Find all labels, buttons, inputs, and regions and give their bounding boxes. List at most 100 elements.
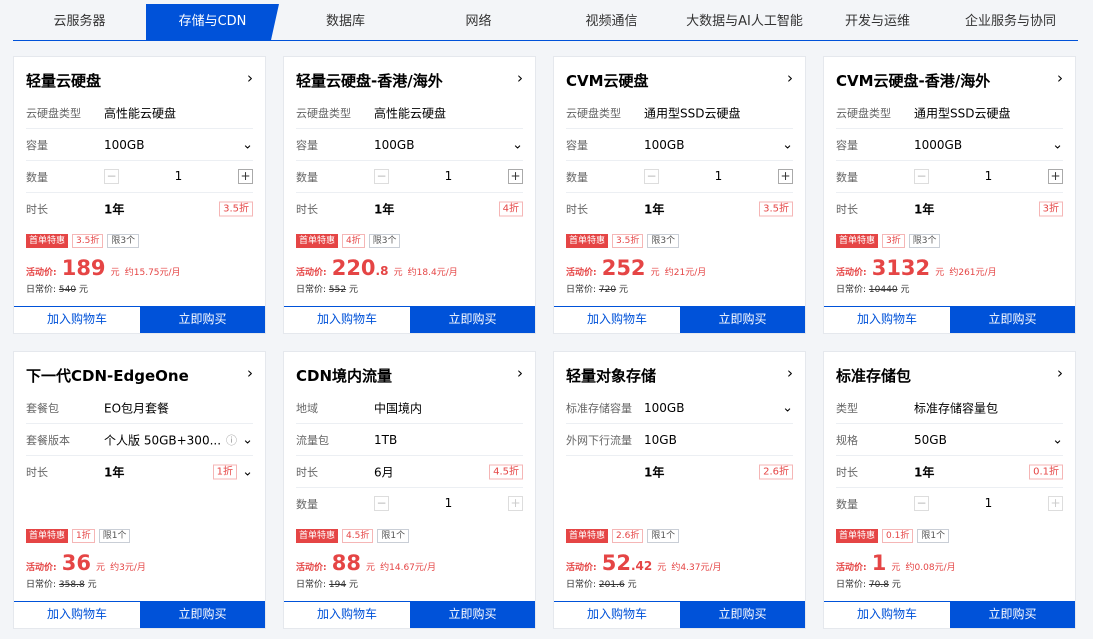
add-to-cart-button[interactable]: 加入购物车 bbox=[554, 306, 680, 333]
plus-button[interactable]: + bbox=[1048, 168, 1063, 184]
buy-now-button[interactable]: 立即购买 bbox=[140, 306, 265, 333]
duration-row[interactable]: 时长 1年 4折 bbox=[296, 193, 523, 225]
add-to-cart-button[interactable]: 加入购物车 bbox=[824, 601, 950, 628]
spec-label: 数量 bbox=[26, 170, 48, 184]
tab-video[interactable]: 视频通信 bbox=[545, 4, 678, 40]
tab-storage-cdn[interactable]: 存储与CDN bbox=[146, 4, 279, 40]
card-title: CVM云硬盘 bbox=[566, 72, 649, 90]
add-to-cart-button[interactable]: 加入购物车 bbox=[14, 306, 140, 333]
spec-row[interactable]: 标准存储容量 100GB ⌄ bbox=[566, 392, 793, 424]
price-label: 活动价: bbox=[296, 268, 327, 278]
card-arrow-icon[interactable]: › bbox=[1057, 69, 1063, 87]
quantity-stepper[interactable]: −1 + bbox=[914, 496, 1063, 512]
quantity-value[interactable]: 1 bbox=[914, 496, 1063, 511]
tab-network[interactable]: 网络 bbox=[412, 4, 545, 40]
card-arrow-icon[interactable]: › bbox=[1057, 364, 1063, 382]
discount-badge: 3折 bbox=[882, 234, 905, 248]
duration-row[interactable]: 时长 1年 1折 ⌄ bbox=[26, 456, 253, 488]
plus-button[interactable]: + bbox=[778, 168, 793, 184]
limit-badge: 限1个 bbox=[377, 529, 410, 543]
duration-row[interactable]: 时长 6月 4.5折 bbox=[296, 456, 523, 488]
duration-row[interactable]: 时长 1年 0.1折 bbox=[836, 456, 1063, 488]
plus-button[interactable]: + bbox=[508, 168, 523, 184]
discount-badge: 4折 bbox=[342, 234, 365, 248]
tab-enterprise[interactable]: 企业服务与协同 bbox=[944, 4, 1077, 40]
price-value: 1 bbox=[871, 551, 887, 575]
add-to-cart-button[interactable]: 加入购物车 bbox=[824, 306, 950, 333]
quantity-stepper[interactable]: −1 + bbox=[644, 168, 793, 185]
spec-label: 容量 bbox=[566, 138, 588, 152]
original-price: 日常价: 540 元 bbox=[26, 282, 88, 295]
spec-row[interactable]: 容量 100GB ⌄ bbox=[296, 129, 523, 161]
duration-row[interactable]: 时长 1年 3.5折 bbox=[566, 193, 793, 225]
spec-value: 10GB bbox=[644, 432, 677, 447]
quantity-stepper[interactable]: −1 + bbox=[104, 168, 253, 185]
card-arrow-icon[interactable]: › bbox=[517, 364, 523, 382]
discount-badge: 3.5折 bbox=[72, 234, 104, 248]
duration-row[interactable]: 1年 2.6折 bbox=[566, 456, 793, 488]
add-to-cart-button[interactable]: 加入购物车 bbox=[554, 601, 680, 628]
spec-row[interactable]: 容量 100GB ⌄ bbox=[26, 129, 253, 161]
buy-now-button[interactable]: 立即购买 bbox=[950, 601, 1075, 628]
price-unit: 元 bbox=[366, 563, 376, 573]
duration-row[interactable]: 时长 1年 3.5折 bbox=[26, 193, 253, 225]
quantity-stepper[interactable]: −1 + bbox=[914, 168, 1063, 185]
add-to-cart-button[interactable]: 加入购物车 bbox=[284, 601, 410, 628]
spec-row[interactable]: 套餐版本 个人版 50GB+300... ⓘ ⌄ bbox=[26, 424, 253, 456]
quantity-stepper[interactable]: −1 + bbox=[374, 168, 523, 185]
plus-button[interactable]: + bbox=[238, 168, 253, 184]
quantity-row: 数量 −1 + bbox=[836, 161, 1063, 193]
chevron-down-icon[interactable]: ⌄ bbox=[242, 465, 253, 480]
chevron-down-icon[interactable]: ⌄ bbox=[1052, 432, 1063, 447]
price-value: 52 bbox=[601, 551, 631, 575]
chevron-down-icon[interactable]: ⌄ bbox=[242, 137, 253, 152]
tab-cloud-server[interactable]: 云服务器 bbox=[13, 4, 146, 40]
buy-now-button[interactable]: 立即购买 bbox=[680, 601, 805, 628]
original-label: 日常价: bbox=[296, 285, 327, 295]
card-arrow-icon[interactable]: › bbox=[787, 69, 793, 87]
buy-now-button[interactable]: 立即购买 bbox=[410, 306, 535, 333]
add-to-cart-button[interactable]: 加入购物车 bbox=[284, 306, 410, 333]
buy-now-button[interactable]: 立即购买 bbox=[680, 306, 805, 333]
buy-now-button[interactable]: 立即购买 bbox=[140, 601, 265, 628]
duration-row[interactable]: 时长 1年 3折 bbox=[836, 193, 1063, 225]
quantity-stepper[interactable]: −1 + bbox=[374, 496, 523, 512]
limit-badge: 限3个 bbox=[647, 234, 680, 248]
card-arrow-icon[interactable]: › bbox=[517, 69, 523, 87]
first-order-badge: 首单特惠 bbox=[296, 529, 339, 543]
promo-badges: 首单特惠 3.5折 限3个 bbox=[566, 234, 680, 248]
quantity-value[interactable]: 1 bbox=[914, 169, 1063, 184]
activity-price: 活动价: 52.42 元 约4.37元/月 bbox=[566, 551, 721, 575]
price-value: 36 bbox=[61, 551, 91, 575]
tab-database[interactable]: 数据库 bbox=[279, 4, 412, 40]
spec-value: 100GB bbox=[644, 137, 685, 152]
quantity-value[interactable]: 1 bbox=[644, 169, 793, 184]
spec-label: 云硬盘类型 bbox=[26, 106, 81, 120]
tab-devops[interactable]: 开发与运维 bbox=[811, 4, 944, 40]
chevron-down-icon[interactable]: ⌄ bbox=[1052, 137, 1063, 152]
per-month-price: 约4.37元/月 bbox=[671, 563, 722, 573]
card-arrow-icon[interactable]: › bbox=[247, 364, 253, 382]
quantity-value[interactable]: 1 bbox=[104, 169, 253, 184]
chevron-down-icon[interactable]: ⌄ bbox=[782, 137, 793, 152]
buy-now-button[interactable]: 立即购买 bbox=[410, 601, 535, 628]
spec-row[interactable]: 容量 1000GB ⌄ bbox=[836, 129, 1063, 161]
buy-now-button[interactable]: 立即购买 bbox=[950, 306, 1075, 333]
plus-button[interactable]: + bbox=[508, 496, 523, 511]
product-card: 轻量云硬盘-香港/海外 › 云硬盘类型 高性能云硬盘 容量 100GB ⌄ 数量 −1 +… bbox=[283, 56, 536, 334]
plus-button[interactable]: + bbox=[1048, 496, 1063, 511]
card-arrow-icon[interactable]: › bbox=[247, 69, 253, 87]
info-icon[interactable]: ⓘ bbox=[226, 432, 237, 448]
limit-badge: 限1个 bbox=[98, 529, 131, 543]
chevron-down-icon[interactable]: ⌄ bbox=[512, 137, 523, 152]
quantity-value[interactable]: 1 bbox=[374, 496, 523, 511]
tab-bigdata-ai[interactable]: 大数据与AI人工智能 bbox=[678, 4, 811, 40]
spec-row[interactable]: 容量 100GB ⌄ bbox=[566, 129, 793, 161]
card-actions: 加入购物车 立即购买 bbox=[554, 306, 805, 333]
chevron-down-icon[interactable]: ⌄ bbox=[242, 432, 253, 447]
chevron-down-icon[interactable]: ⌄ bbox=[782, 400, 793, 415]
quantity-value[interactable]: 1 bbox=[374, 169, 523, 184]
add-to-cart-button[interactable]: 加入购物车 bbox=[14, 601, 140, 628]
card-arrow-icon[interactable]: › bbox=[787, 364, 793, 382]
spec-row[interactable]: 规格 50GB ⌄ bbox=[836, 424, 1063, 456]
